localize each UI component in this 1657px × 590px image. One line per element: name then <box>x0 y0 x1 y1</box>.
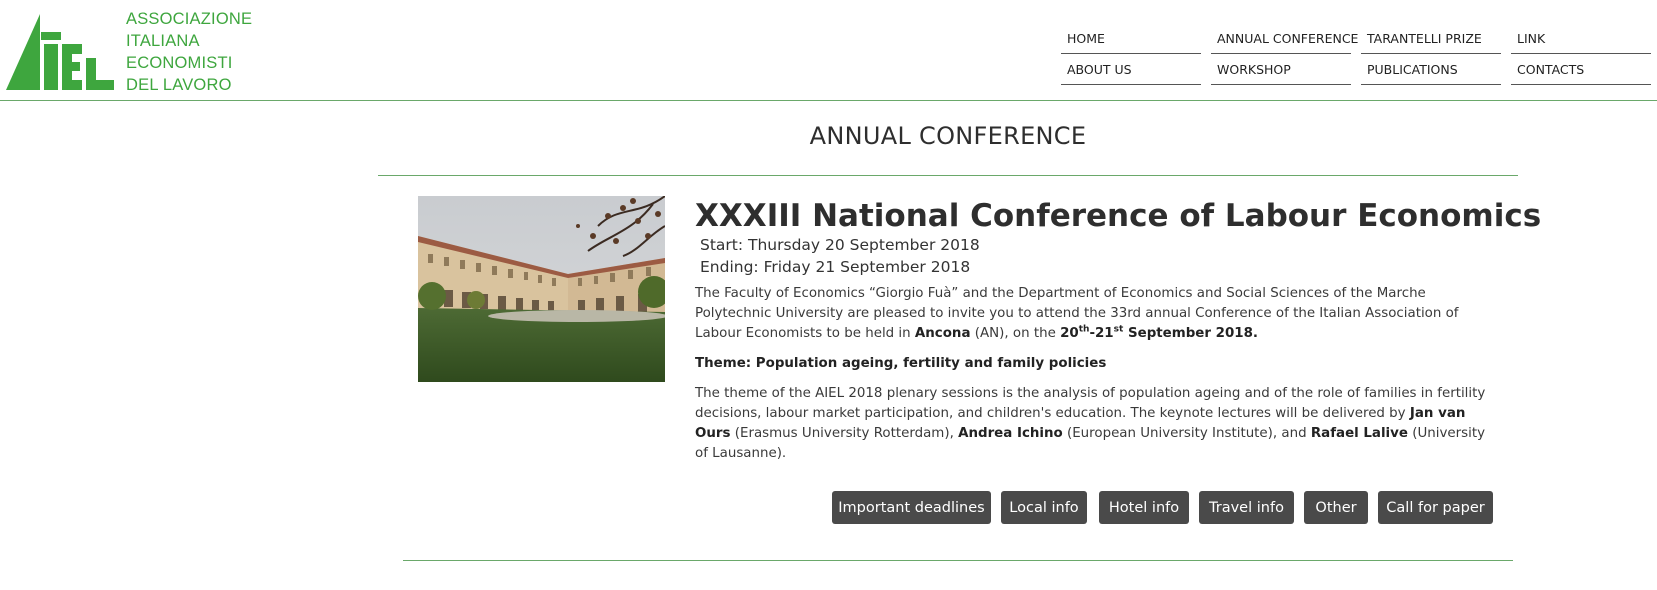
courtyard-image-icon <box>418 196 665 382</box>
date-month: September 2018. <box>1123 326 1259 341</box>
aiel-logo-mark-icon <box>6 14 114 90</box>
date-day: -21 <box>1089 326 1114 341</box>
conference-theme: Theme: Population ageing, fertility and … <box>695 356 1107 371</box>
date-suffix: th <box>1078 324 1090 335</box>
conference-details: XXXIII National Conference of Labour Eco… <box>695 198 1542 464</box>
description-text: (European University Institute), and <box>1062 426 1311 441</box>
keynote-speaker: Andrea Ichino <box>958 426 1063 441</box>
logo-line: ASSOCIAZIONE <box>126 10 253 28</box>
aiel-logo[interactable]: ASSOCIAZIONE ITALIANA ECONOMISTI DEL LAV… <box>6 8 256 96</box>
date-suffix: st <box>1113 324 1124 335</box>
important-deadlines-button[interactable]: Important deadlines <box>832 491 991 524</box>
page-title: ANNUAL CONFERENCE <box>809 122 1087 150</box>
conference-intro: The Faculty of Economics “Giorgio Fuà” a… <box>695 284 1495 344</box>
nav-workshop[interactable]: WORKSHOP <box>1211 59 1351 85</box>
description-text: (Erasmus University Rotterdam), <box>730 426 959 441</box>
date-day: 20 <box>1060 326 1079 341</box>
nav-tarantelli-prize[interactable]: TARANTELLI PRIZE <box>1361 28 1501 54</box>
nav-publications[interactable]: PUBLICATIONS <box>1361 59 1501 85</box>
logo-line: ITALIANA <box>126 32 200 50</box>
call-for-paper-button[interactable]: Call for paper <box>1378 491 1493 524</box>
bottom-divider <box>403 560 1513 561</box>
travel-info-button[interactable]: Travel info <box>1199 491 1294 524</box>
nav-link[interactable]: LINK <box>1511 28 1651 54</box>
nav-home[interactable]: HOME <box>1061 28 1201 54</box>
intro-dates: 20th-21st September 2018. <box>1060 324 1259 341</box>
nav-contacts[interactable]: CONTACTS <box>1511 59 1651 85</box>
conference-description: The theme of the AIEL 2018 plenary sessi… <box>695 384 1495 464</box>
hotel-info-button[interactable]: Hotel info <box>1099 491 1189 524</box>
conference-venue-photo <box>418 196 665 382</box>
description-text: The theme of the AIEL 2018 plenary sessi… <box>695 386 1486 421</box>
logo-line: ECONOMISTI <box>126 54 233 72</box>
conference-start-date: Start: Thursday 20 September 2018 <box>700 236 980 254</box>
conference-end-date: Ending: Friday 21 September 2018 <box>700 258 971 276</box>
keynote-speaker: Rafael Lalive <box>1310 426 1408 441</box>
nav-annual-conference[interactable]: ANNUAL CONFERENCE <box>1211 28 1358 54</box>
logo-line: DEL LAVORO <box>126 76 232 94</box>
local-info-button[interactable]: Local info <box>1001 491 1087 524</box>
conference-title: XXXIII National Conference of Labour Eco… <box>695 198 1542 234</box>
nav-about-us[interactable]: ABOUT US <box>1061 59 1201 85</box>
site-header: ASSOCIAZIONE ITALIANA ECONOMISTI DEL LAV… <box>0 0 1657 101</box>
logo-wordmark: ASSOCIAZIONE ITALIANA ECONOMISTI DEL LAV… <box>126 8 252 96</box>
title-divider <box>378 175 1518 176</box>
other-button[interactable]: Other <box>1304 491 1368 524</box>
intro-text: (AN), on the <box>970 326 1061 341</box>
intro-city: Ancona <box>914 326 971 341</box>
